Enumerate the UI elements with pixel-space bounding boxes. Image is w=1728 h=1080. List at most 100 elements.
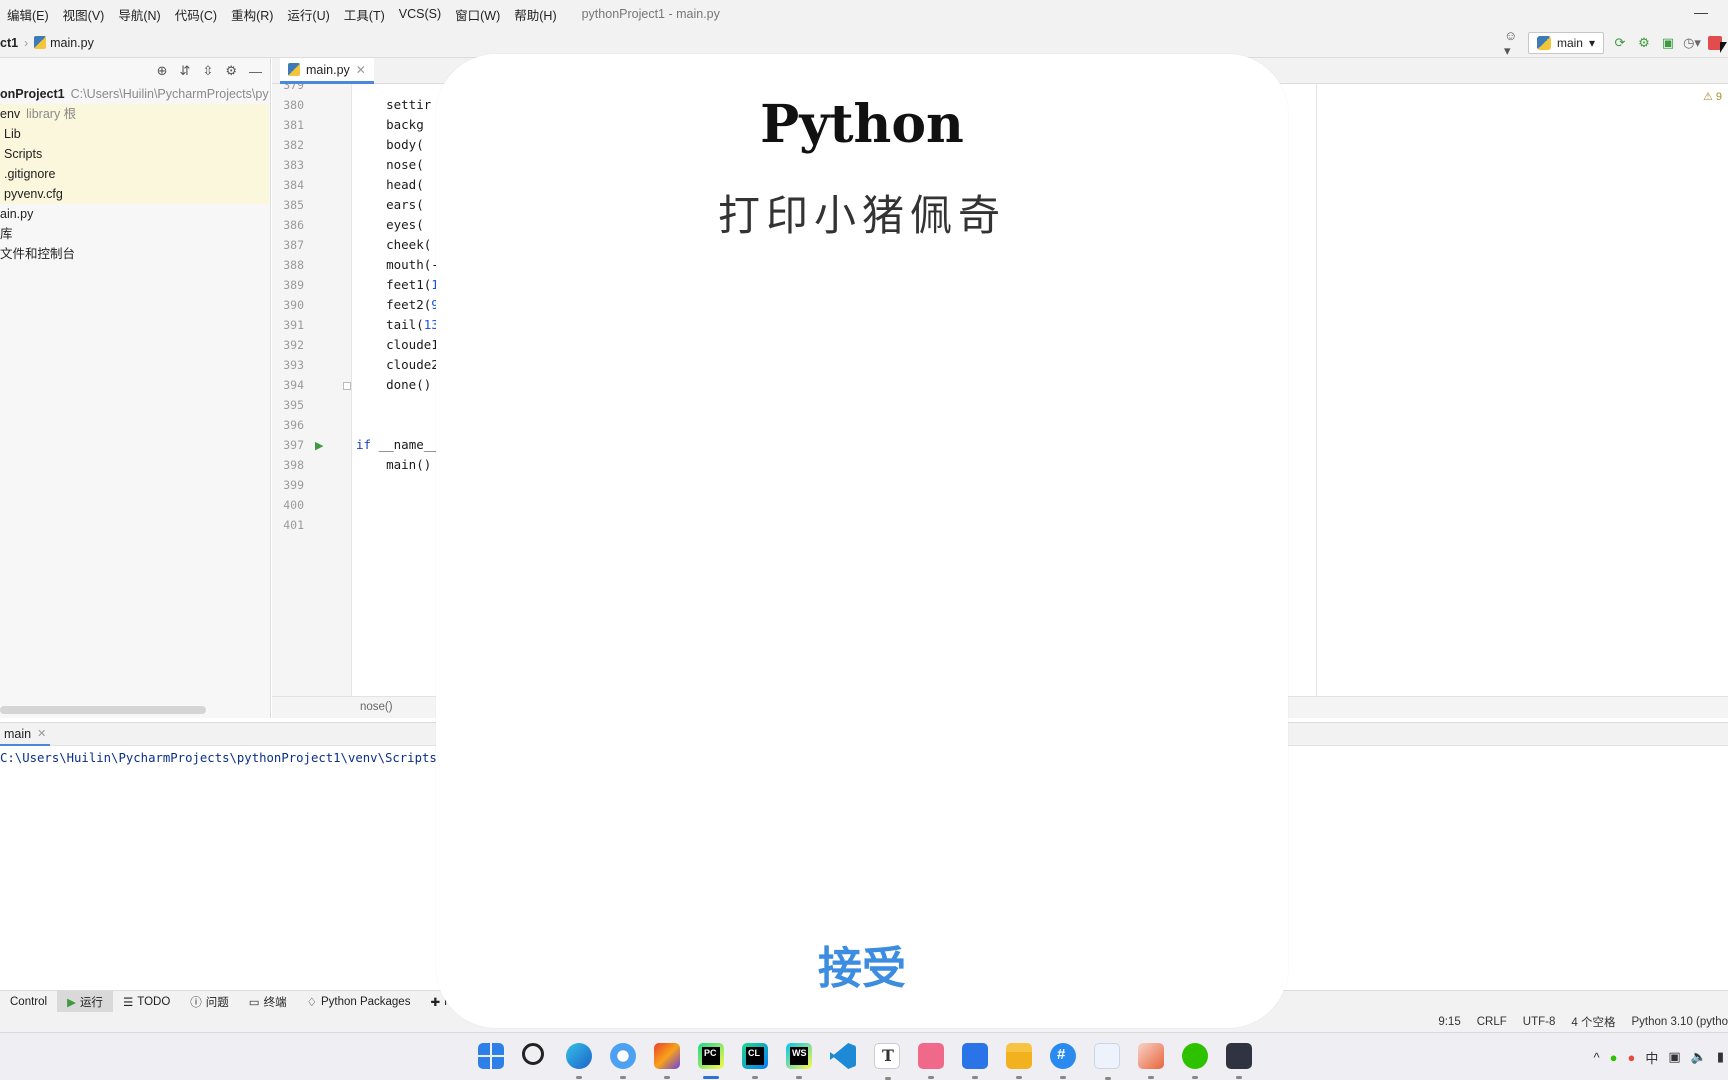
- minimize-button[interactable]: —: [1694, 4, 1708, 20]
- java-icon[interactable]: [1094, 1043, 1120, 1080]
- line-number: 398: [283, 458, 304, 472]
- menu-view[interactable]: 视图(V): [56, 5, 112, 24]
- wechat-tray-icon[interactable]: ●: [1610, 1050, 1618, 1065]
- debug-icon[interactable]: ⚙: [1636, 35, 1652, 51]
- terminal-app-icon[interactable]: [1226, 1043, 1252, 1079]
- run-config-selector[interactable]: main ▾: [1527, 32, 1604, 54]
- code-token: tail(: [356, 317, 424, 332]
- run-tab-label: main: [4, 726, 32, 741]
- tool-terminal[interactable]: ▭ 终端: [239, 991, 297, 1013]
- tree-item[interactable]: env library 根: [0, 104, 269, 124]
- tool-problems[interactable]: ⓘ 问题: [180, 991, 239, 1013]
- menu-code[interactable]: 代码(C): [168, 5, 224, 24]
- tool-todo[interactable]: ☰ TODO: [113, 991, 180, 1013]
- volume-icon[interactable]: 🔈: [1691, 1049, 1707, 1065]
- office-icon[interactable]: [1138, 1043, 1164, 1079]
- coverage-icon[interactable]: ▣: [1660, 35, 1676, 51]
- collapse-all-icon[interactable]: ⇳: [202, 63, 213, 79]
- breadcrumb-file[interactable]: main.py: [50, 36, 94, 50]
- rerun-icon[interactable]: ⟳: [1612, 35, 1628, 51]
- code-breadcrumb[interactable]: nose(): [360, 701, 393, 713]
- tree-item[interactable]: pyvenv.cfg: [0, 184, 269, 204]
- line-number: 399: [283, 478, 304, 492]
- menu-edit[interactable]: 编辑(E): [0, 5, 56, 24]
- jetbrains-toolbox-icon[interactable]: [654, 1043, 680, 1079]
- user-icon[interactable]: ☺▾: [1504, 28, 1520, 58]
- line-number: 387: [283, 238, 304, 252]
- run-tab-main[interactable]: main ✕: [0, 723, 51, 747]
- profile-icon[interactable]: ◷▾: [1683, 35, 1701, 51]
- python-interpreter[interactable]: Python 3.10 (pytho: [1631, 1016, 1728, 1028]
- indent-setting[interactable]: 4 个空格: [1571, 1014, 1615, 1030]
- hide-panel-icon[interactable]: —: [249, 64, 262, 79]
- tree-item[interactable]: 文件和控制台: [0, 244, 270, 264]
- qq-tray-icon[interactable]: ●: [1627, 1050, 1635, 1065]
- gutter-run-icon[interactable]: ▶: [315, 439, 323, 452]
- menu-window[interactable]: 窗口(W): [448, 5, 507, 24]
- code-line: main(): [356, 457, 431, 472]
- search-icon[interactable]: [522, 1043, 544, 1065]
- tree-item[interactable]: onProject1 C:\Users\Huilin\PycharmProject…: [0, 84, 270, 104]
- file-explorer-icon[interactable]: [1006, 1043, 1032, 1079]
- code-token: feet2(: [356, 297, 432, 312]
- wechat-icon[interactable]: [1182, 1043, 1208, 1079]
- expand-all-icon[interactable]: ⇵: [180, 63, 191, 79]
- edge-icon[interactable]: [566, 1043, 592, 1079]
- network-icon[interactable]: ▣: [1668, 1049, 1680, 1065]
- line-number: 388: [283, 258, 304, 272]
- code-token: nose(: [356, 157, 424, 172]
- line-gutter: 379 380 381 382 383 384 385 386 387 388 389 390 391 3…: [272, 84, 352, 696]
- close-icon[interactable]: ✕: [356, 63, 366, 77]
- tree-item-label: env: [0, 107, 21, 121]
- warnings-indicator[interactable]: ⚠ 9: [1703, 90, 1722, 103]
- webstorm-icon[interactable]: WS: [786, 1043, 812, 1079]
- caret-position[interactable]: 9:15: [1438, 1016, 1460, 1028]
- close-icon[interactable]: ✕: [37, 727, 46, 740]
- horizontal-scrollbar[interactable]: [0, 706, 206, 714]
- ime-indicator[interactable]: 中: [1645, 1048, 1658, 1067]
- clion-icon[interactable]: CL: [742, 1043, 768, 1079]
- tool-version-control[interactable]: Control: [0, 991, 57, 1013]
- tool-python-packages[interactable]: ♢ Python Packages: [297, 991, 421, 1013]
- lark-icon[interactable]: [962, 1043, 988, 1079]
- menu-vcs[interactable]: VCS(S): [392, 7, 448, 21]
- chevron-up-icon[interactable]: ^: [1594, 1050, 1600, 1065]
- tool-run[interactable]: ▶ 运行: [57, 990, 113, 1013]
- battery-icon[interactable]: ▮: [1717, 1049, 1724, 1065]
- code-token: cloude2(: [356, 357, 447, 372]
- breadcrumb-project[interactable]: ct1: [0, 36, 18, 50]
- accept-button[interactable]: 接受: [436, 932, 1288, 996]
- tree-item[interactable]: .gitignore: [0, 164, 269, 184]
- play-icon: ▶: [67, 996, 76, 1009]
- hashtag-app-icon[interactable]: #: [1050, 1043, 1076, 1079]
- tree-item[interactable]: Lib: [0, 124, 269, 144]
- menu-run[interactable]: 运行(U): [280, 5, 336, 24]
- menu-refactor[interactable]: 重构(R): [224, 5, 280, 24]
- baidu-netdisk-icon[interactable]: [610, 1043, 636, 1079]
- vscode-icon[interactable]: [830, 1043, 856, 1069]
- locate-icon[interactable]: ⊕: [157, 63, 168, 79]
- pycharm-icon[interactable]: PC: [698, 1043, 724, 1079]
- fold-marker-icon[interactable]: [343, 382, 351, 390]
- menu-bar: 编辑(E) 视图(V) 导航(N) 代码(C) 重构(R) 运行(U) 工具(T…: [0, 0, 1728, 28]
- tree-item[interactable]: Scripts: [0, 144, 269, 164]
- code-line: nose(: [356, 157, 424, 172]
- tree-item[interactable]: ain.py: [0, 204, 270, 224]
- python-file-icon: [288, 63, 300, 76]
- tree-item-label: .gitignore: [4, 167, 56, 181]
- start-icon[interactable]: [478, 1043, 504, 1069]
- menu-navigate[interactable]: 导航(N): [111, 5, 167, 24]
- menu-tools[interactable]: 工具(T): [337, 5, 392, 24]
- menu-help[interactable]: 帮助(H): [507, 5, 563, 24]
- file-encoding[interactable]: UTF-8: [1523, 1016, 1556, 1028]
- typora-icon[interactable]: T: [874, 1043, 900, 1080]
- tree-item[interactable]: 库: [0, 224, 270, 244]
- gear-icon[interactable]: ⚙: [225, 63, 237, 79]
- bilibili-icon[interactable]: [918, 1043, 944, 1079]
- tree-item-label: 文件和控制台: [0, 247, 76, 261]
- list-icon: ☰: [122, 996, 134, 1009]
- line-separator[interactable]: CRLF: [1477, 1016, 1507, 1028]
- tree-item-label: ain.py: [0, 207, 34, 221]
- tab-main-py[interactable]: main.py ✕: [280, 58, 374, 84]
- line-number: 397: [283, 438, 304, 452]
